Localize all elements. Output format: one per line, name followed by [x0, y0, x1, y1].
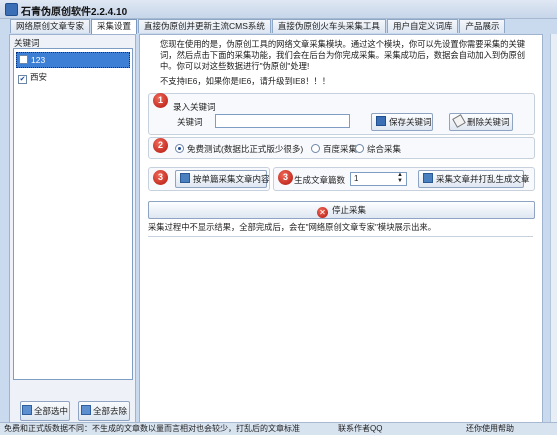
radio-baidu[interactable] — [311, 144, 320, 153]
tab-cms-update[interactable]: 直接伪原创并更新主流CMS系统 — [138, 19, 271, 33]
single-collect-button[interactable]: 按单篇采集文章内容 — [175, 170, 270, 188]
single-collect-label: 按单篇采集文章内容 — [193, 174, 270, 184]
step2-badge: 2 — [153, 138, 168, 153]
save-keyword-label: 保存关键词 — [389, 117, 432, 127]
radio-comprehensive[interactable] — [355, 144, 364, 153]
remove-all-icon — [80, 405, 91, 415]
option-free-test-label: 免费测试(数据比正式版少很多) — [187, 144, 304, 154]
divider — [148, 236, 533, 237]
step1-badge: 1 — [153, 93, 168, 108]
option-baidu-label: 百度采集 — [323, 144, 358, 154]
keyword-input[interactable] — [215, 114, 350, 128]
tab-locomotive-tool[interactable]: 直接伪原创火车头采集工具 — [271, 19, 386, 33]
step3-badge-multi: 3 — [278, 170, 293, 185]
tab-bar: 网络原创文章专家 采集设置 直接伪原创并更新主流CMS系统 直接伪原创火车头采集… — [10, 19, 506, 34]
status-middle[interactable]: 联系作者QQ — [338, 423, 382, 435]
collect-note: 采集过程中不显示结果，全部完成后，会在"网络原创文章专家"模块展示出来。 — [148, 222, 436, 232]
step3-box-multi: 3 生成文章篇数 1 ▲ ▼ 采集文章并打乱生成文章 — [273, 167, 535, 191]
collect-shuffle-icon — [423, 173, 433, 183]
save-keyword-button[interactable]: 保存关键词 — [371, 113, 433, 131]
remove-all-label: 全部去除 — [92, 406, 127, 416]
window-scrollbar[interactable] — [550, 34, 557, 422]
keyword-item[interactable]: ✔ 西安 — [16, 70, 128, 84]
select-all-icon — [21, 405, 32, 415]
select-all-label: 全部选中 — [33, 406, 68, 416]
option-comprehensive[interactable]: 综合采集 — [355, 143, 401, 155]
remove-all-button[interactable]: 全部去除 — [78, 401, 130, 421]
title-bar: 石青伪原创软件2.2.4.10 — [0, 0, 557, 19]
collect-shuffle-button[interactable]: 采集文章并打乱生成文章 — [418, 170, 530, 188]
status-right[interactable]: 还你使用帮助 — [466, 423, 514, 435]
keyword-item[interactable]: 123 — [16, 52, 130, 68]
keyword-list[interactable]: 123 ✔ 西安 — [13, 48, 133, 380]
tab-custom-dictionary[interactable]: 用户自定义词库 — [386, 19, 459, 33]
step3-badge-single: 3 — [153, 170, 168, 185]
eraser-icon — [452, 114, 466, 128]
keyword-label: 123 — [31, 55, 46, 65]
ie6-warning: 不支持IE6，如果你是IE6，请升级到IE8！！！ — [160, 76, 331, 86]
step1-box: 1 录入关键词 关键词 保存关键词 删除关键词 — [148, 93, 535, 135]
status-left: 免费和正式版数据不同：不生成的文章数以量而言相对也会较少，打乱后的文章标准 — [4, 424, 300, 433]
intro-text: 您现在使用的是，伪原创工具的网络文章采集模块。通过这个模块，你可以先设置你需要采… — [160, 39, 526, 71]
stop-collect-label: 停止采集 — [331, 205, 366, 215]
app-icon — [5, 3, 18, 16]
article-count-label: 生成文章篇数 — [294, 175, 346, 185]
stop-icon: ✕ — [316, 207, 328, 218]
option-comprehensive-label: 综合采集 — [367, 144, 402, 154]
tab-network-article[interactable]: 网络原创文章专家 — [10, 19, 91, 33]
delete-keyword-label: 删除关键词 — [467, 117, 510, 127]
stepper-arrows-icon[interactable]: ▲ ▼ — [397, 172, 403, 184]
radio-free-test[interactable] — [175, 144, 184, 153]
keyword-checkbox[interactable]: ✔ — [18, 75, 27, 84]
main-panel: 您现在使用的是，伪原创工具的网络文章采集模块。通过这个模块，你可以先设置你需要采… — [139, 34, 543, 424]
option-baidu[interactable]: 百度采集 — [311, 143, 357, 155]
option-free-test[interactable]: 免费测试(数据比正式版少很多) — [175, 143, 303, 155]
select-all-button[interactable]: 全部选中 — [20, 401, 70, 421]
tab-collect-settings[interactable]: 采集设置 — [91, 19, 138, 34]
keyword-field-label: 关键词 — [177, 117, 203, 127]
save-icon — [376, 116, 386, 126]
single-collect-icon — [180, 173, 190, 183]
keyword-panel: 关键词 123 ✔ 西安 全部选中 全部去除 — [9, 34, 136, 424]
collect-shuffle-label: 采集文章并打乱生成文章 — [436, 174, 530, 184]
delete-keyword-button[interactable]: 删除关键词 — [449, 113, 513, 131]
stop-collect-button[interactable]: ✕ 停止采集 — [148, 201, 535, 219]
app-title: 石青伪原创软件2.2.4.10 — [21, 7, 128, 18]
step3-box-single: 3 按单篇采集文章内容 — [148, 167, 270, 191]
status-bar: 免费和正式版数据不同：不生成的文章数以量而言相对也会较少，打乱后的文章标准 联系… — [0, 422, 557, 435]
keyword-checkbox[interactable] — [19, 55, 28, 64]
step2-box: 2 免费测试(数据比正式版少很多) 百度采集 综合采集 — [148, 137, 535, 159]
step1-title: 录入关键词 — [173, 102, 216, 112]
tab-product-showcase[interactable]: 产品展示 — [459, 19, 506, 33]
keyword-label: 西安 — [30, 72, 48, 82]
